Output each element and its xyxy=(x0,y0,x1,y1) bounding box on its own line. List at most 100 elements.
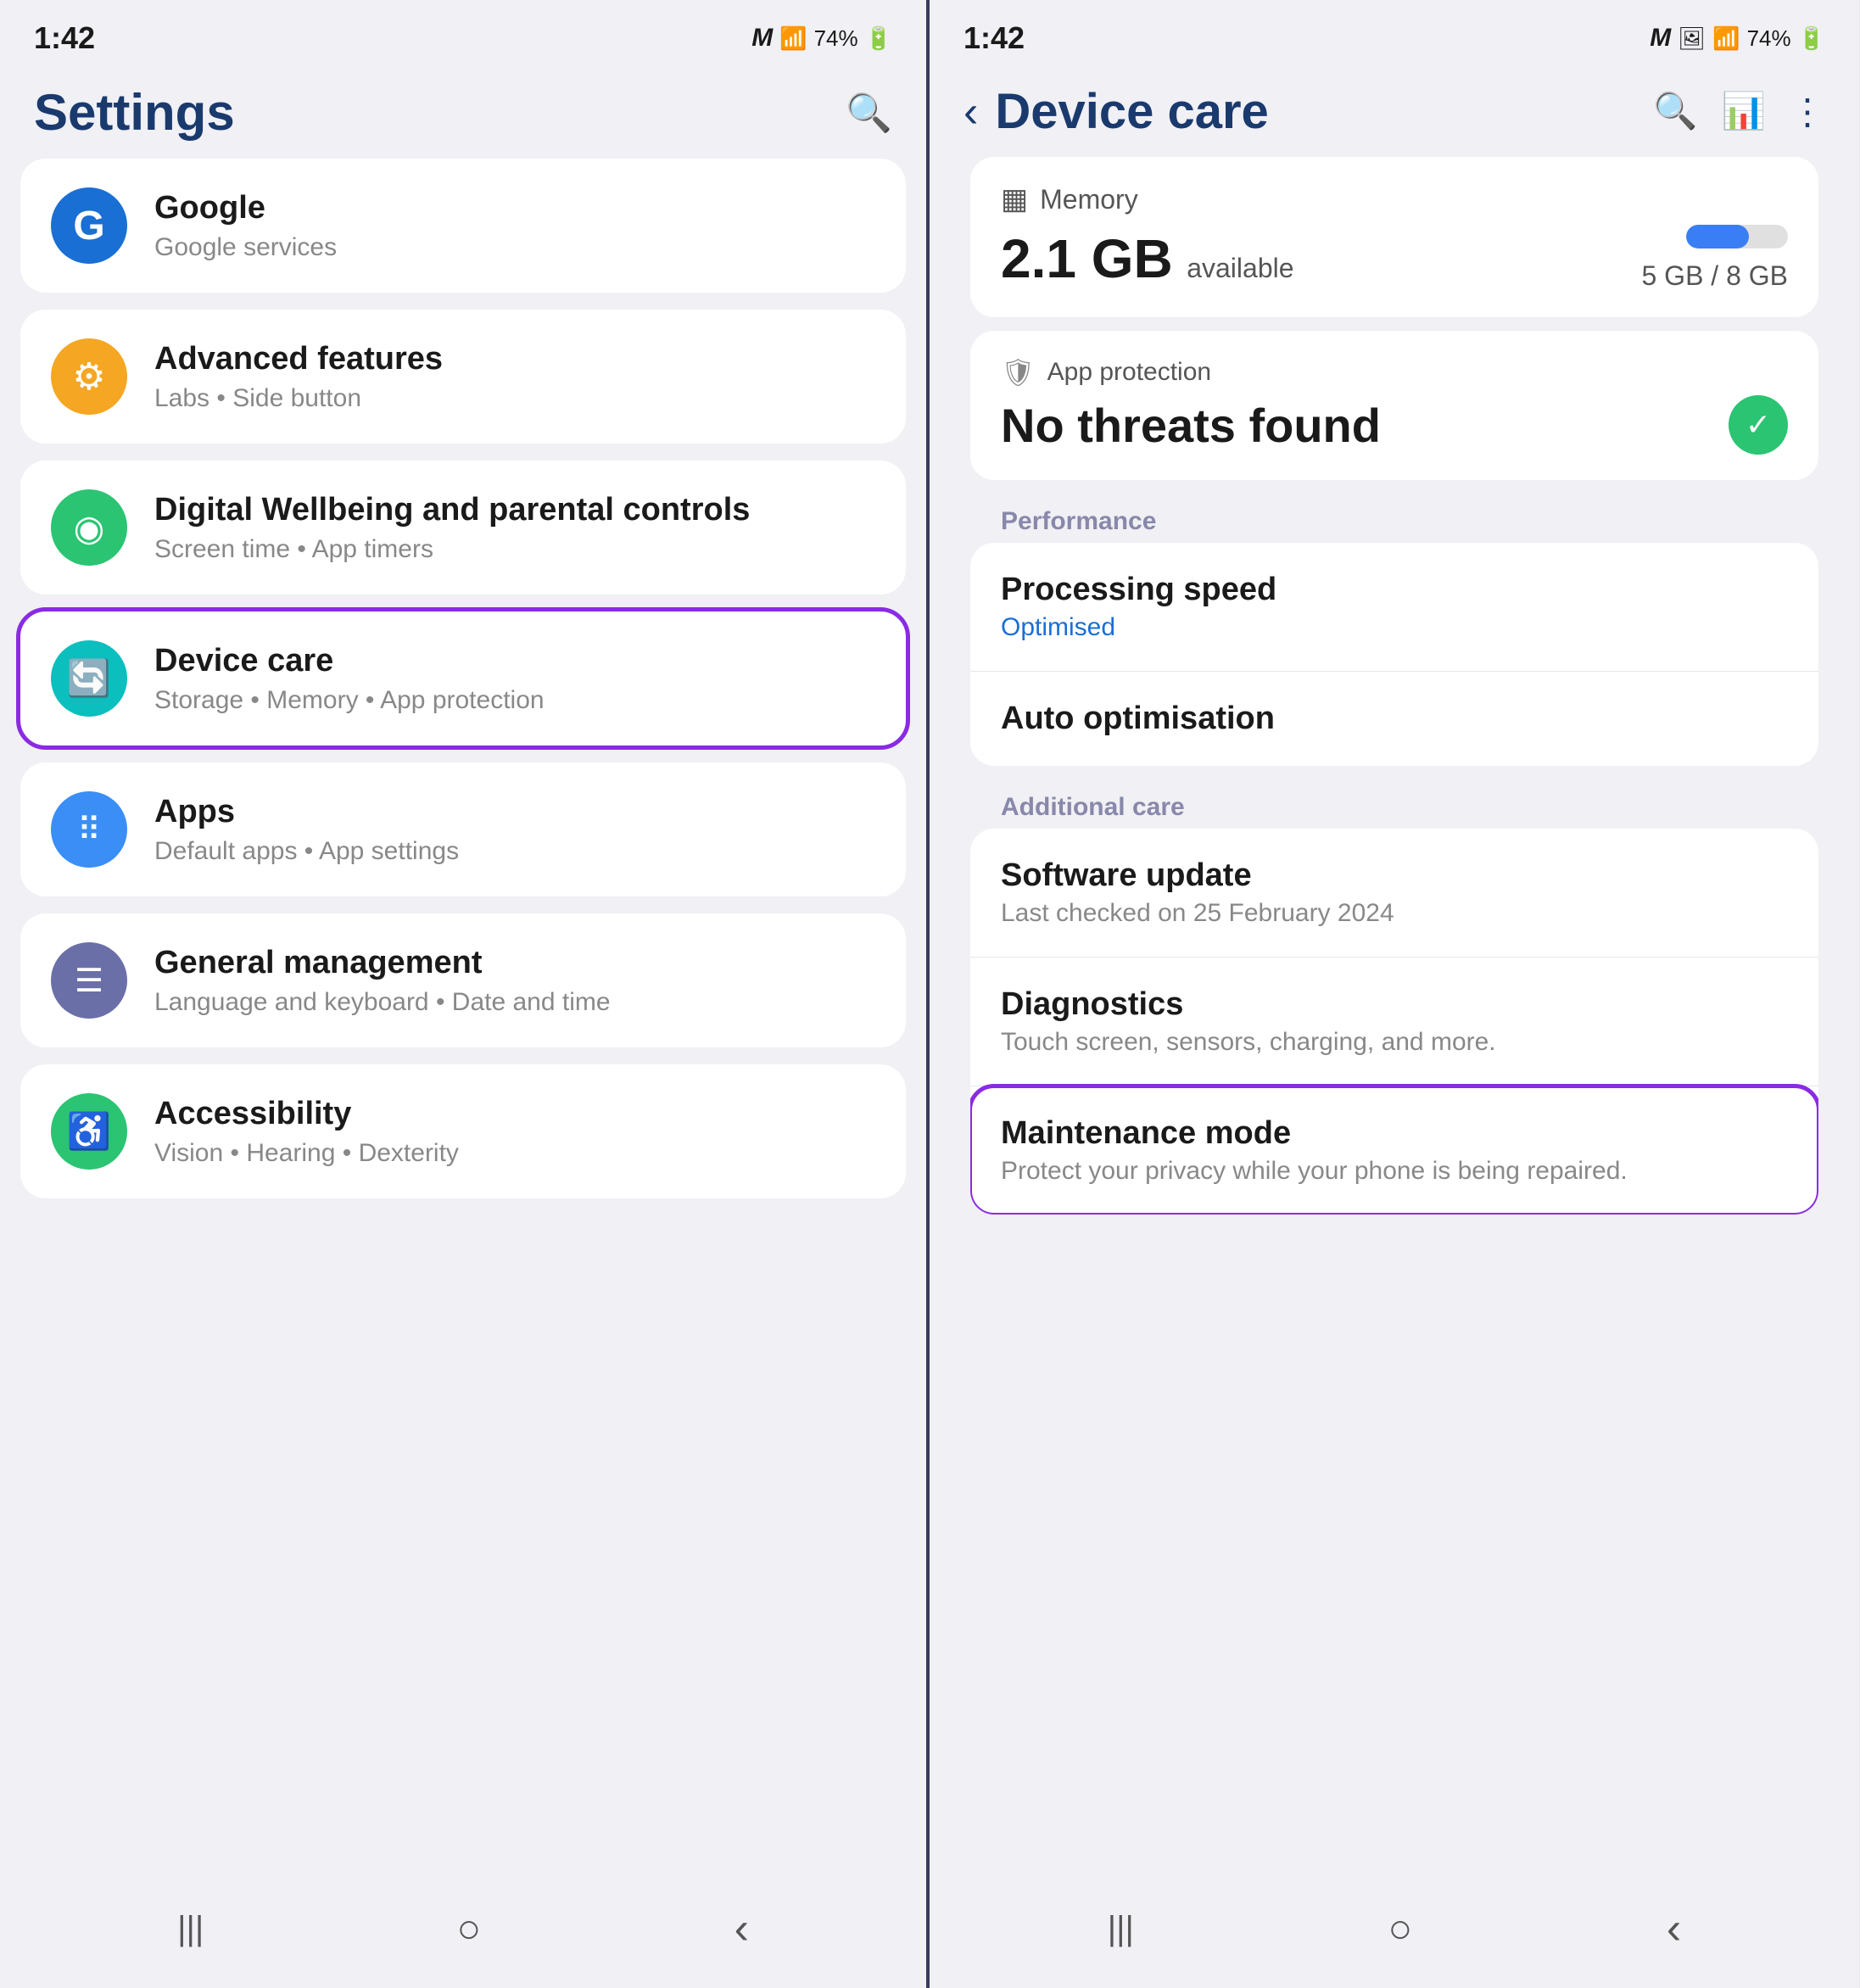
status-bar-left: 1:42 M 📶 74% 🔋 xyxy=(0,0,926,66)
right-panel: 1:42 M 🖼 📶 74% 🔋 ‹ Device care 🔍 📊 ⋮ ▦ M… xyxy=(930,0,1859,1988)
advanced-features-subtitle: Labs • Side button xyxy=(154,384,875,413)
memory-label: Memory xyxy=(1040,184,1138,215)
shield-icon: 🛡 xyxy=(1001,356,1036,388)
memory-bar xyxy=(1686,225,1788,248)
diagnostics-title: Diagnostics xyxy=(1001,986,1788,1023)
accessibility-icon: ♿ xyxy=(51,1093,127,1170)
settings-header: Settings 🔍 xyxy=(0,66,926,159)
left-panel: 1:42 M 📶 74% 🔋 Settings 🔍 G Google Googl… xyxy=(0,0,930,1988)
settings-item-google[interactable]: G Google Google services xyxy=(20,159,906,293)
memory-available-gb: 2.1 GB xyxy=(1001,228,1173,289)
accessibility-subtitle: Vision • Hearing • Dexterity xyxy=(154,1139,875,1168)
apps-icon: ⠿ xyxy=(51,791,127,868)
no-threats-text: No threats found xyxy=(1001,398,1381,453)
device-care-header-icons: 🔍 📊 ⋮ xyxy=(1653,91,1825,132)
processing-speed-subtitle: Optimised xyxy=(1001,613,1788,642)
device-care-subtitle: Storage • Memory • App protection xyxy=(154,686,875,715)
accessibility-title: Accessibility xyxy=(154,1095,875,1134)
memory-available-label: available xyxy=(1187,253,1293,283)
home-left[interactable]: ○ xyxy=(456,1906,481,1952)
google-subtitle: Google services xyxy=(154,233,875,262)
recent-apps-right[interactable]: ||| xyxy=(1108,1910,1134,1948)
device-care-icon: 🔄 xyxy=(51,640,127,717)
wifi-icon-right: 📶 xyxy=(1712,25,1740,52)
settings-list: G Google Google services ⚙ Advanced feat… xyxy=(0,159,926,1878)
digital-wellbeing-title: Digital Wellbeing and parental controls xyxy=(154,491,875,530)
digital-wellbeing-icon: ◉ xyxy=(51,489,127,566)
device-care-content: ▦ Memory 2.1 GB available 5 GB / 8 GB � xyxy=(930,157,1859,1878)
device-care-page-title: Device care xyxy=(995,83,1636,140)
email-icon-right: M xyxy=(1650,24,1671,53)
general-management-icon: ☰ xyxy=(51,942,127,1019)
processing-speed-title: Processing speed xyxy=(1001,572,1788,608)
apps-group: ⠿ Apps Default apps • App settings xyxy=(20,762,906,896)
maintenance-mode-title: Maintenance mode xyxy=(1001,1115,1788,1152)
accessibility-group: ♿ Accessibility Vision • Hearing • Dexte… xyxy=(20,1064,906,1198)
software-update-title: Software update xyxy=(1001,857,1788,894)
memory-total: 5 GB / 8 GB xyxy=(1641,260,1788,292)
settings-item-advanced-features[interactable]: ⚙ Advanced features Labs • Side button xyxy=(20,310,906,444)
settings-title: Settings xyxy=(34,83,846,142)
advanced-features-title: Advanced features xyxy=(154,340,875,379)
battery-right: 74% xyxy=(1747,25,1791,52)
apps-subtitle: Default apps • App settings xyxy=(154,837,875,866)
settings-item-device-care[interactable]: 🔄 Device care Storage • Memory • App pro… xyxy=(20,611,906,746)
auto-optimisation-title: Auto optimisation xyxy=(1001,701,1788,737)
back-right[interactable]: ‹ xyxy=(1667,1903,1681,1954)
general-management-group: ☰ General management Language and keyboa… xyxy=(20,913,906,1047)
check-icon: ✓ xyxy=(1729,395,1788,455)
advanced-features-icon: ⚙ xyxy=(51,338,127,415)
google-icon: G xyxy=(51,187,127,264)
additional-care-section-label: Additional care xyxy=(950,779,1839,829)
device-care-title: Device care xyxy=(154,642,875,681)
diagnostics-subtitle: Touch screen, sensors, charging, and mor… xyxy=(1001,1028,1788,1057)
recent-apps-left[interactable]: ||| xyxy=(177,1910,204,1948)
google-group: G Google Google services xyxy=(20,159,906,293)
back-button[interactable]: ‹ xyxy=(964,87,978,137)
wifi-icon-left: 📶 xyxy=(779,25,807,52)
advanced-features-group: ⚙ Advanced features Labs • Side button xyxy=(20,310,906,444)
search-icon-left[interactable]: 🔍 xyxy=(846,91,892,135)
software-update-item[interactable]: Software update Last checked on 25 Febru… xyxy=(970,829,1818,958)
app-protection-label: App protection xyxy=(1047,358,1211,387)
battery-icon-right: 🔋 xyxy=(1798,25,1825,52)
apps-title: Apps xyxy=(154,793,875,832)
battery-icon-left: 🔋 xyxy=(865,25,892,52)
photo-icon-right: 🖼 xyxy=(1678,25,1706,52)
settings-item-digital-wellbeing[interactable]: ◉ Digital Wellbeing and parental control… xyxy=(20,461,906,595)
google-title: Google xyxy=(154,189,875,228)
general-management-title: General management xyxy=(154,944,875,983)
diagnostics-item[interactable]: Diagnostics Touch screen, sensors, charg… xyxy=(970,958,1818,1086)
memory-bar-fill xyxy=(1686,225,1749,248)
settings-item-accessibility[interactable]: ♿ Accessibility Vision • Hearing • Dexte… xyxy=(20,1064,906,1198)
status-bar-right: 1:42 M 🖼 📶 74% 🔋 xyxy=(930,0,1859,66)
search-icon-right[interactable]: 🔍 xyxy=(1653,91,1697,132)
maintenance-mode-item[interactable]: Maintenance mode Protect your privacy wh… xyxy=(970,1086,1818,1215)
more-icon-right[interactable]: ⋮ xyxy=(1790,91,1825,132)
email-icon-left: M xyxy=(751,24,773,53)
performance-list: Processing speed Optimised Auto optimisa… xyxy=(970,543,1818,766)
settings-item-general-management[interactable]: ☰ General management Language and keyboa… xyxy=(20,913,906,1047)
additional-care-list: Software update Last checked on 25 Febru… xyxy=(970,829,1818,1215)
back-left[interactable]: ‹ xyxy=(735,1903,749,1954)
digital-wellbeing-subtitle: Screen time • App timers xyxy=(154,535,875,564)
maintenance-mode-subtitle: Protect your privacy while your phone is… xyxy=(1001,1157,1788,1186)
settings-item-apps[interactable]: ⠿ Apps Default apps • App settings xyxy=(20,762,906,896)
device-care-group: 🔄 Device care Storage • Memory • App pro… xyxy=(20,611,906,746)
memory-card[interactable]: ▦ Memory 2.1 GB available 5 GB / 8 GB xyxy=(970,157,1818,317)
software-update-subtitle: Last checked on 25 February 2024 xyxy=(1001,899,1788,928)
performance-section-label: Performance xyxy=(950,494,1839,543)
home-right[interactable]: ○ xyxy=(1388,1906,1412,1952)
nav-bar-right: ||| ○ ‹ xyxy=(930,1878,1859,1988)
status-time-left: 1:42 xyxy=(34,20,95,56)
nav-bar-left: ||| ○ ‹ xyxy=(0,1878,926,1988)
processing-speed-item[interactable]: Processing speed Optimised xyxy=(970,543,1818,672)
settings-header-icons: 🔍 xyxy=(846,91,892,135)
auto-optimisation-item[interactable]: Auto optimisation xyxy=(970,672,1818,766)
memory-icon: ▦ xyxy=(1001,182,1028,216)
status-icons-right: M 🖼 📶 74% 🔋 xyxy=(1650,24,1825,53)
status-time-right: 1:42 xyxy=(964,20,1025,56)
app-protection-card[interactable]: 🛡 App protection No threats found ✓ xyxy=(970,331,1818,480)
chart-icon-right[interactable]: 📊 xyxy=(1722,91,1766,132)
battery-left: 74% xyxy=(814,25,858,52)
